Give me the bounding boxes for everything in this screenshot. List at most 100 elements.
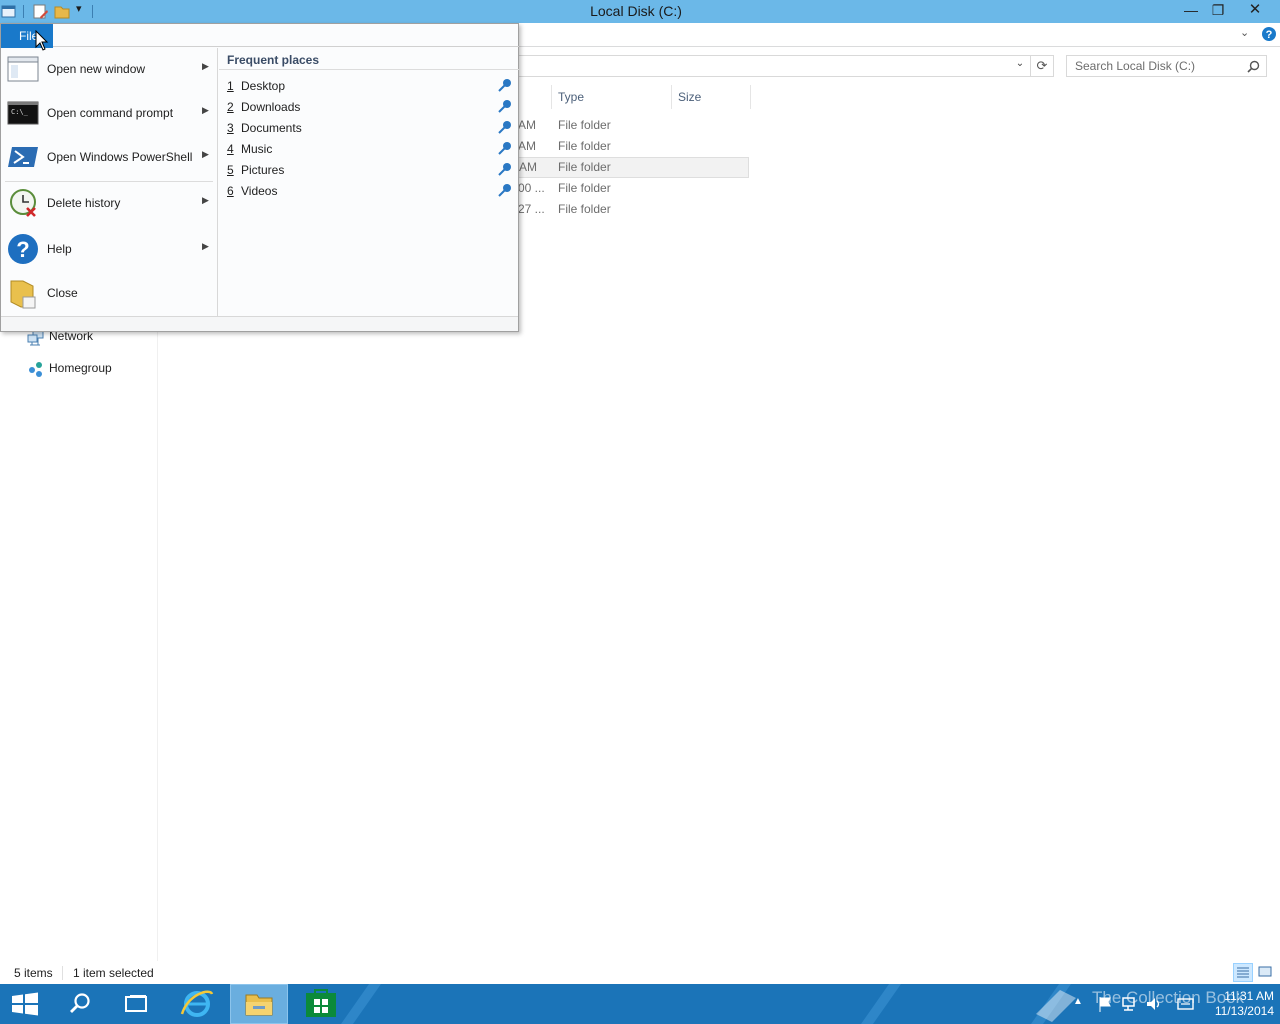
address-dropdown-icon[interactable]: ⌄ (1013, 58, 1027, 72)
svg-text:?: ? (16, 237, 29, 262)
store-button[interactable] (292, 984, 350, 1024)
search-taskbar-button[interactable] (51, 984, 109, 1024)
column-header-size[interactable]: Size (678, 90, 701, 104)
submenu-arrow-icon: ▶ (202, 61, 209, 71)
menu-item-label: Open new window (47, 62, 146, 76)
frequent-place-item[interactable]: 3 Documents (219, 118, 519, 138)
file-explorer-icon (245, 994, 273, 1016)
frequent-places-header: Frequent places (227, 53, 320, 67)
pin-icon[interactable] (497, 77, 513, 93)
file-type: File folder (558, 118, 611, 132)
column-divider[interactable] (671, 85, 672, 109)
frequent-place-item[interactable]: 4 Music (219, 139, 519, 159)
pin-icon[interactable] (497, 119, 513, 135)
minimize-button[interactable]: — (1176, 0, 1206, 22)
action-center-flag-icon[interactable] (1097, 995, 1113, 1013)
menu-item-label: Open Windows PowerShell (47, 150, 193, 164)
command-prompt-icon: C:\_ (7, 101, 39, 125)
large-icons-view-icon (1258, 966, 1272, 977)
start-button[interactable] (0, 984, 58, 1024)
pin-icon[interactable] (497, 182, 513, 198)
frequent-place-number: 6 (227, 184, 234, 198)
title-bar: ▾ Local Disk (C:) — ❐ ✕ (0, 0, 1280, 23)
file-menu: File Open new window ▶ C:\_ Open command… (0, 23, 519, 332)
address-bar[interactable] (518, 55, 1031, 77)
start-icon (12, 992, 38, 1016)
refresh-button[interactable]: ⟳ (1031, 55, 1054, 77)
powershell-icon (8, 147, 38, 167)
close-folder-icon (10, 280, 36, 309)
submenu-arrow-icon: ▶ (202, 149, 209, 159)
column-header-type[interactable]: Type (558, 90, 584, 104)
search-input[interactable]: Search Local Disk (C:) (1066, 55, 1267, 77)
file-type: File folder (558, 181, 611, 195)
task-view-icon (125, 995, 147, 1012)
menu-item-help[interactable]: ? Help ▶ (1, 228, 217, 270)
large-icons-view-button[interactable] (1256, 963, 1276, 982)
frequent-place-name: Pictures (241, 163, 285, 177)
menu-item-close[interactable]: Close (1, 272, 217, 314)
search-icon (70, 993, 90, 1013)
item-count: 5 items (14, 966, 53, 980)
homegroup-icon (29, 362, 42, 377)
frequent-place-name: Videos (241, 184, 278, 198)
frequent-place-item[interactable]: 2 Downloads (219, 97, 519, 117)
internet-explorer-icon (180, 990, 214, 1017)
tray-clock[interactable]: 11:31 AM 11/13/2014 (1202, 989, 1274, 1019)
file-date: 00 ... (518, 181, 545, 195)
menu-item-delete-history[interactable]: Delete history ▶ (1, 182, 217, 224)
network-tray-icon[interactable] (1121, 995, 1139, 1013)
delete-history-icon (10, 189, 36, 217)
column-divider[interactable] (551, 85, 552, 109)
details-view-icon (1237, 967, 1249, 978)
help-button-icon[interactable]: ? (1261, 26, 1277, 42)
file-type: File folder (558, 202, 611, 216)
file-menu-commands: Open new window ▶ C:\_ Open command prom… (1, 48, 218, 316)
frequent-place-name: Music (241, 142, 273, 156)
frequent-place-item[interactable]: 5 Pictures (219, 160, 519, 180)
task-view-button[interactable] (108, 984, 166, 1024)
pin-icon[interactable] (497, 140, 513, 156)
details-view-button[interactable] (1233, 963, 1253, 982)
submenu-arrow-icon: ▶ (202, 241, 209, 251)
volume-icon[interactable] (1145, 995, 1163, 1013)
menu-item-label: Open command prompt (47, 106, 174, 120)
expand-ribbon-icon[interactable]: ⌄ (1240, 26, 1249, 39)
frequent-place-name: Desktop (241, 79, 286, 93)
input-indicator-icon[interactable] (1177, 996, 1195, 1012)
frequent-places-panel: Frequent places 1 Desktop 2 Downloads 3 … (219, 48, 519, 316)
column-divider[interactable] (750, 85, 751, 109)
frequent-place-item[interactable]: 1 Desktop (219, 76, 519, 96)
frequent-place-item[interactable]: 6 Videos (219, 181, 519, 201)
restore-button[interactable]: ❐ (1203, 0, 1233, 22)
menu-item-open-new-window[interactable]: Open new window ▶ (1, 48, 217, 90)
menu-item-label: Delete history (47, 196, 121, 210)
file-date: AM (518, 118, 536, 132)
svg-text:C:\_: C:\_ (11, 108, 29, 116)
menu-item-open-command-prompt[interactable]: C:\_ Open command prompt ▶ (1, 92, 217, 134)
show-hidden-icons-icon[interactable]: ▲ (1073, 996, 1083, 1007)
menu-item-open-powershell[interactable]: Open Windows PowerShell ▶ (1, 136, 217, 178)
close-button[interactable]: ✕ (1232, 0, 1278, 22)
clock-time: 11:31 AM (1224, 989, 1274, 1003)
search-icon[interactable] (1247, 60, 1260, 73)
store-icon (306, 989, 336, 1017)
search-placeholder: Search Local Disk (C:) (1075, 59, 1196, 73)
pin-icon[interactable] (497, 98, 513, 114)
help-icon: ? (8, 234, 38, 264)
frequent-place-number: 3 (227, 121, 234, 135)
nav-item-homegroup[interactable]: Homegroup (27, 359, 147, 379)
taskbar: The Collection Book ▲ 11:31 AM 11/13/201… (0, 984, 1280, 1024)
frequent-place-number: 2 (227, 100, 234, 114)
status-bar: 5 items 1 item selected (0, 961, 1280, 984)
file-explorer-button[interactable] (230, 984, 288, 1024)
mouse-cursor-icon (35, 30, 49, 51)
internet-explorer-button[interactable] (168, 984, 226, 1024)
pin-icon[interactable] (497, 161, 513, 177)
file-date: 27 ... (518, 202, 545, 216)
menu-item-label: Help (47, 242, 72, 256)
frequent-place-name: Downloads (241, 100, 301, 114)
new-window-icon (7, 56, 39, 82)
window-title: Local Disk (C:) (590, 3, 682, 19)
file-date: AM (518, 139, 536, 153)
